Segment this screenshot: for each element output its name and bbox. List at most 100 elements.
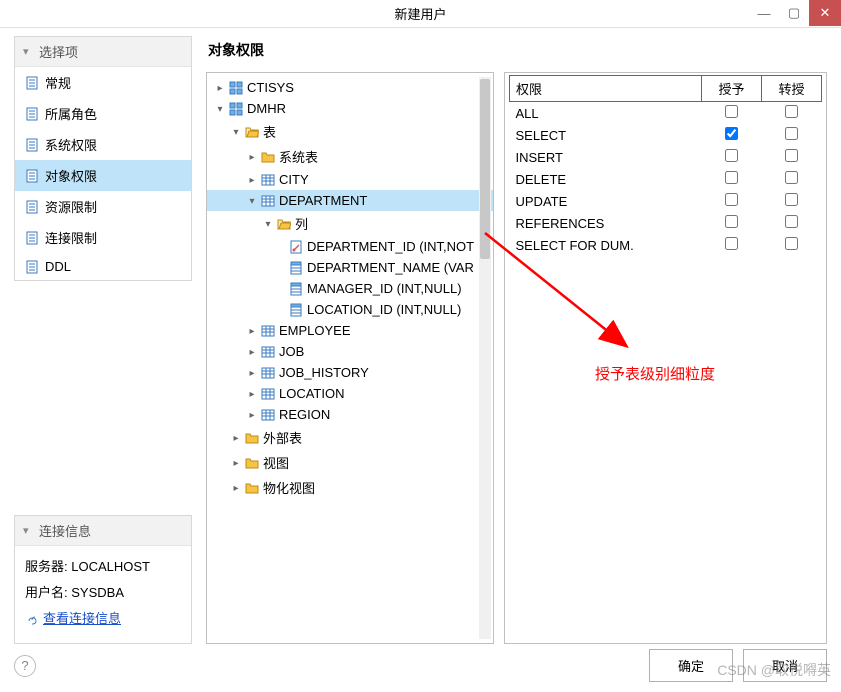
options-panel: ▾ 选择项 常规 所属角色 系统权限 对象权限 资源限制 连接限制 DDL: [14, 36, 192, 281]
section-title: 对象权限: [206, 36, 827, 72]
perm-trans-checkbox[interactable]: [785, 171, 798, 184]
perm-trans-checkbox[interactable]: [785, 127, 798, 140]
tree-scrollbar[interactable]: [479, 77, 491, 639]
object-tree[interactable]: ▸CTISYS ▾DMHR ▾表 ▸系统表 ▸CITY ▾DEPARTMENT …: [206, 72, 494, 644]
perm-name: UPDATE: [510, 190, 702, 212]
nav-item-roles[interactable]: 所属角色: [15, 98, 191, 129]
perm-row: DELETE: [510, 168, 822, 190]
permission-table: 权限 授予 转授 ALL SELECT INSERT DELETE UPDATE…: [509, 75, 822, 256]
tree-node-job[interactable]: ▸JOB: [207, 341, 493, 362]
perm-grant-checkbox[interactable]: [725, 237, 738, 250]
expander-icon[interactable]: ▾: [215, 104, 225, 114]
perm-trans-checkbox[interactable]: [785, 149, 798, 162]
perm-row: ALL: [510, 102, 822, 125]
nav-item-ddl[interactable]: DDL: [15, 253, 191, 280]
perm-name: SELECT FOR DUM.: [510, 234, 702, 256]
window-title: 新建用户: [394, 4, 446, 23]
expander-icon[interactable]: ▸: [231, 483, 241, 493]
tree-node-ctisys[interactable]: ▸CTISYS: [207, 77, 493, 98]
nav-item-conn-limit[interactable]: 连接限制: [15, 222, 191, 253]
expander-icon[interactable]: ▸: [247, 389, 257, 399]
perm-row: SELECT: [510, 124, 822, 146]
minimize-button[interactable]: —: [749, 0, 779, 26]
perm-grant-checkbox[interactable]: [725, 171, 738, 184]
perm-name: DELETE: [510, 168, 702, 190]
perm-row: INSERT: [510, 146, 822, 168]
expander-icon[interactable]: ▸: [247, 368, 257, 378]
perm-grant-checkbox[interactable]: [725, 105, 738, 118]
expander-icon[interactable]: ▾: [231, 127, 241, 137]
expander-icon[interactable]: ▾: [247, 196, 257, 206]
tree-node-ext-tables[interactable]: ▸外部表: [207, 425, 493, 450]
expander-icon[interactable]: ▸: [247, 152, 257, 162]
perm-name: ALL: [510, 102, 702, 125]
conn-server: 服务器: LOCALHOST: [25, 554, 181, 580]
perm-name: SELECT: [510, 124, 702, 146]
perm-col-name: 权限: [510, 76, 702, 102]
perm-trans-checkbox[interactable]: [785, 193, 798, 206]
tree-node-region[interactable]: ▸REGION: [207, 404, 493, 425]
perm-row: SELECT FOR DUM.: [510, 234, 822, 256]
tree-node-mat-views[interactable]: ▸物化视图: [207, 475, 493, 500]
tree-node-employee[interactable]: ▸EMPLOYEE: [207, 320, 493, 341]
expander-icon[interactable]: ▸: [247, 175, 257, 185]
perm-trans-checkbox[interactable]: [785, 215, 798, 228]
scrollbar-thumb[interactable]: [480, 79, 490, 259]
options-header[interactable]: ▾ 选择项: [15, 37, 191, 67]
tree-node-tables[interactable]: ▾表: [207, 119, 493, 144]
titlebar: 新建用户 — ▢ ✕: [0, 0, 841, 28]
perm-row: UPDATE: [510, 190, 822, 212]
perm-grant-checkbox[interactable]: [725, 149, 738, 162]
maximize-button[interactable]: ▢: [779, 0, 809, 26]
help-button[interactable]: ?: [14, 655, 36, 677]
nav-label: 资源限制: [45, 197, 97, 216]
perm-grant-checkbox[interactable]: [725, 215, 738, 228]
chevron-down-icon: ▾: [23, 45, 35, 58]
expander-icon[interactable]: ▸: [247, 347, 257, 357]
tree-node-dmhr[interactable]: ▾DMHR: [207, 98, 493, 119]
tree-node-systables[interactable]: ▸系统表: [207, 144, 493, 169]
chevron-down-icon: ▾: [23, 524, 35, 537]
tree-col-dept-id[interactable]: DEPARTMENT_ID (INT,NOT: [207, 236, 493, 257]
nav-label: 对象权限: [45, 166, 97, 185]
expander-icon[interactable]: ▸: [247, 326, 257, 336]
nav-item-general[interactable]: 常规: [15, 67, 191, 98]
perm-row: REFERENCES: [510, 212, 822, 234]
tree-node-location[interactable]: ▸LOCATION: [207, 383, 493, 404]
tree-node-city[interactable]: ▸CITY: [207, 169, 493, 190]
perm-name: REFERENCES: [510, 212, 702, 234]
expander-icon[interactable]: ▸: [231, 433, 241, 443]
watermark: CSDN @取悦嘚英: [717, 660, 831, 680]
conn-panel: ▾ 连接信息 服务器: LOCALHOST 用户名: SYSDBA 查看连接信息: [14, 515, 192, 644]
conn-header[interactable]: ▾ 连接信息: [15, 516, 191, 546]
conn-info-link[interactable]: 查看连接信息: [25, 606, 121, 632]
tree-col-loc-id[interactable]: LOCATION_ID (INT,NULL): [207, 299, 493, 320]
close-button[interactable]: ✕: [809, 0, 841, 26]
tree-col-mgr-id[interactable]: MANAGER_ID (INT,NULL): [207, 278, 493, 299]
perm-grant-checkbox[interactable]: [725, 193, 738, 206]
nav-label: DDL: [45, 259, 71, 274]
perm-col-grant: 授予: [702, 76, 762, 102]
nav-label: 系统权限: [45, 135, 97, 154]
nav-label: 连接限制: [45, 228, 97, 247]
expander-icon[interactable]: ▸: [231, 458, 241, 468]
nav-item-sys-priv[interactable]: 系统权限: [15, 129, 191, 160]
expander-icon[interactable]: ▸: [247, 410, 257, 420]
tree-node-views[interactable]: ▸视图: [207, 450, 493, 475]
tree-node-cols[interactable]: ▾列: [207, 211, 493, 236]
window-buttons: — ▢ ✕: [749, 0, 841, 26]
expander-icon[interactable]: ▾: [263, 219, 273, 229]
expander-icon[interactable]: ▸: [215, 83, 225, 93]
options-title: 选择项: [39, 42, 78, 61]
tree-col-dept-name[interactable]: DEPARTMENT_NAME (VAR: [207, 257, 493, 278]
conn-user: 用户名: SYSDBA: [25, 580, 181, 606]
tree-node-job-history[interactable]: ▸JOB_HISTORY: [207, 362, 493, 383]
perm-trans-checkbox[interactable]: [785, 105, 798, 118]
perm-grant-checkbox[interactable]: [725, 127, 738, 140]
nav-item-obj-priv[interactable]: 对象权限: [15, 160, 191, 191]
nav-item-resource[interactable]: 资源限制: [15, 191, 191, 222]
tree-node-department[interactable]: ▾DEPARTMENT: [207, 190, 493, 211]
nav-label: 所属角色: [45, 104, 97, 123]
perm-trans-checkbox[interactable]: [785, 237, 798, 250]
perm-col-trans: 转授: [762, 76, 822, 102]
